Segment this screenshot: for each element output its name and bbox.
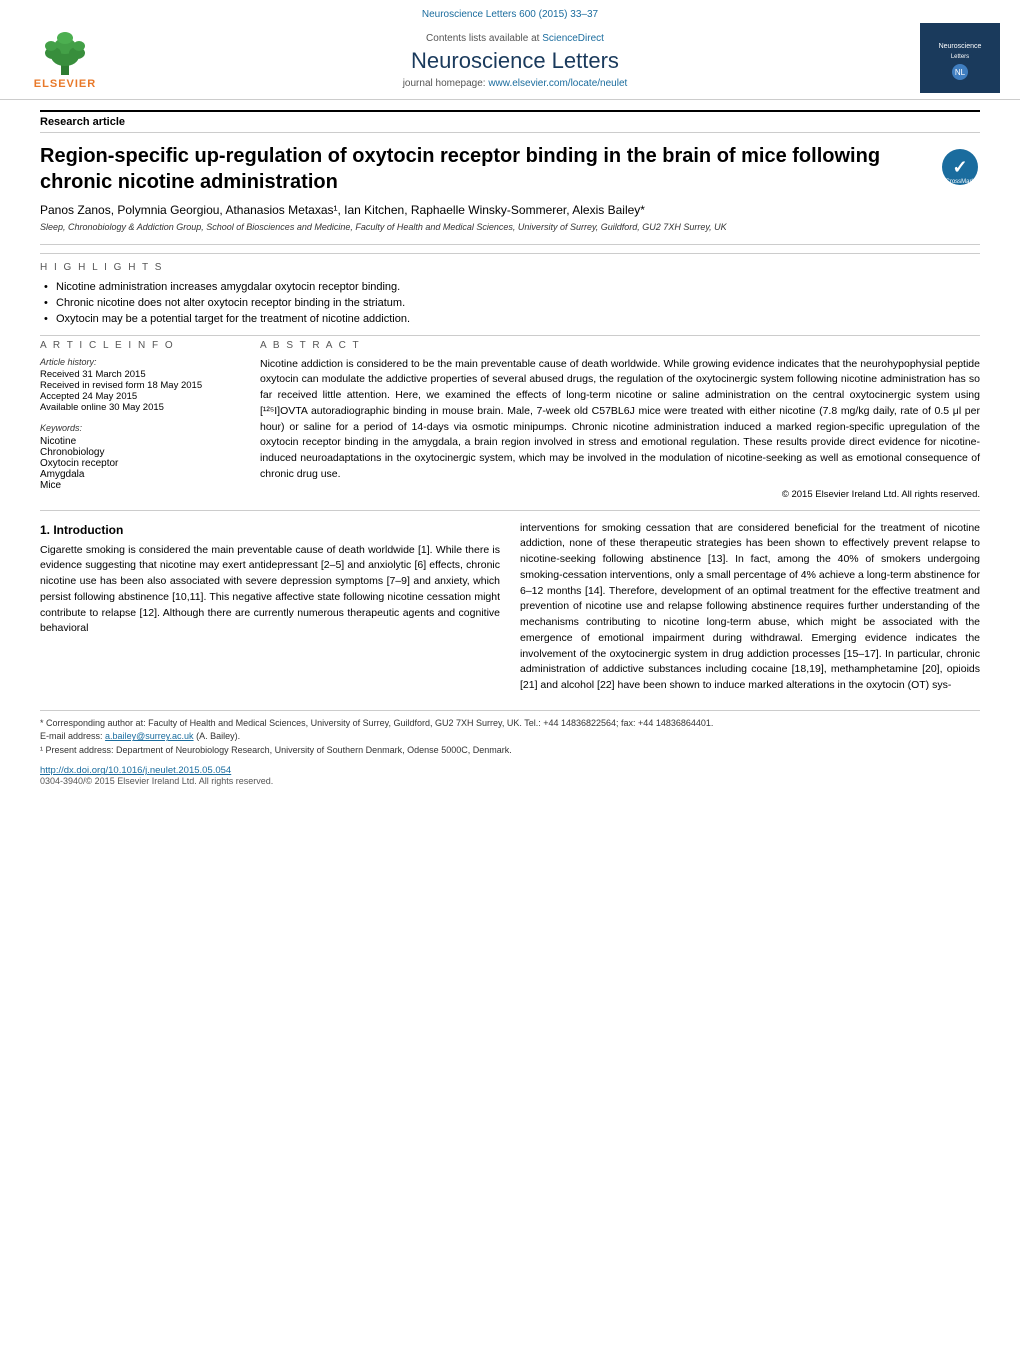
article-info-col: A R T I C L E I N F O Article history: R… xyxy=(40,336,240,500)
homepage-line: journal homepage: www.elsevier.com/locat… xyxy=(130,78,900,89)
page: Neuroscience Letters 600 (2015) 33–37 EL… xyxy=(0,0,1020,1351)
divider-1 xyxy=(40,244,980,245)
affiliation: Sleep, Chronobiology & Addiction Group, … xyxy=(40,221,980,234)
keyword-5: Mice xyxy=(40,480,240,491)
date-received: Received 31 March 2015 xyxy=(40,369,240,380)
body-col-left: 1. Introduction Cigarette smoking is con… xyxy=(40,521,500,700)
journal-title: Neuroscience Letters xyxy=(130,48,900,74)
elsevier-tree-icon xyxy=(33,28,98,78)
body-content: 1. Introduction Cigarette smoking is con… xyxy=(40,521,980,700)
journal-homepage-link[interactable]: www.elsevier.com/locate/neulet xyxy=(488,78,627,89)
sciencedirect-link[interactable]: ScienceDirect xyxy=(542,33,604,44)
highlight-item-3: Oxytocin may be a potential target for t… xyxy=(40,311,980,327)
article-title: Region-specific up-regulation of oxytoci… xyxy=(40,143,940,195)
citation-text: Neuroscience Letters 600 (2015) 33–37 xyxy=(422,9,598,20)
date-revised: Received in revised form 18 May 2015 xyxy=(40,380,240,391)
keyword-3: Oxytocin receptor xyxy=(40,458,240,469)
footnotes: * Corresponding author at: Faculty of He… xyxy=(40,710,980,787)
highlight-item-1: Nicotine administration increases amygda… xyxy=(40,279,980,295)
journal-header: Neuroscience Letters 600 (2015) 33–37 EL… xyxy=(0,0,1020,100)
keywords-label: Keywords: xyxy=(40,423,240,433)
abstract-label: A B S T R A C T xyxy=(260,336,980,351)
intro-text-col1: Cigarette smoking is considered the main… xyxy=(40,543,500,638)
abstract-col: A B S T R A C T Nicotine addiction is co… xyxy=(260,336,980,500)
footnote-star: * Corresponding author at: Faculty of He… xyxy=(40,717,980,731)
highlights-label: H I G H L I G H T S xyxy=(40,253,980,273)
keyword-1: Nicotine xyxy=(40,436,240,447)
contents-line: Contents lists available at ScienceDirec… xyxy=(130,33,900,44)
citation-line: Neuroscience Letters 600 (2015) 33–37 xyxy=(20,6,1000,23)
abstract-text: Nicotine addiction is considered to be t… xyxy=(260,357,980,483)
article-history-block: Article history: Received 31 March 2015 … xyxy=(40,357,240,413)
neuroscience-logo-icon: Neuroscience Letters NL xyxy=(930,28,990,88)
main-content: Research article Region-specific up-regu… xyxy=(0,100,1020,806)
article-info-abstract: A R T I C L E I N F O Article history: R… xyxy=(40,336,980,511)
highlights-list: Nicotine administration increases amygda… xyxy=(40,279,980,336)
elsevier-logo: ELSEVIER xyxy=(20,26,110,96)
crossmark-icon[interactable]: ✓ CrossMark xyxy=(940,147,980,187)
doi-link[interactable]: http://dx.doi.org/10.1016/j.neulet.2015.… xyxy=(40,765,980,776)
body-col-right: interventions for smoking cessation that… xyxy=(520,521,980,700)
journal-center: Contents lists available at ScienceDirec… xyxy=(110,33,920,89)
highlight-item-2: Chronic nicotine does not alter oxytocin… xyxy=(40,295,980,311)
elsevier-brand-text: ELSEVIER xyxy=(34,78,96,90)
svg-text:Neuroscience: Neuroscience xyxy=(939,43,982,50)
article-info-label: A R T I C L E I N F O xyxy=(40,336,240,351)
svg-text:Letters: Letters xyxy=(951,54,969,60)
intro-text-col2: interventions for smoking cessation that… xyxy=(520,521,980,694)
svg-text:CrossMark: CrossMark xyxy=(945,179,975,185)
footnote-1: ¹ Present address: Department of Neurobi… xyxy=(40,744,980,758)
footnote-email-link[interactable]: a.bailey@surrey.ac.uk xyxy=(105,731,194,741)
article-title-section: Region-specific up-regulation of oxytoci… xyxy=(40,143,980,195)
footnote-email: E-mail address: a.bailey@surrey.ac.uk (A… xyxy=(40,730,980,744)
copyright: © 2015 Elsevier Ireland Ltd. All rights … xyxy=(260,489,980,500)
keywords-block: Keywords: Nicotine Chronobiology Oxytoci… xyxy=(40,423,240,491)
svg-text:NL: NL xyxy=(955,68,966,77)
issn: 0304-3940/© 2015 Elsevier Ireland Ltd. A… xyxy=(40,776,980,786)
date-online: Available online 30 May 2015 xyxy=(40,402,240,413)
article-type: Research article xyxy=(40,110,980,133)
keyword-4: Amygdala xyxy=(40,469,240,480)
date-accepted: Accepted 24 May 2015 xyxy=(40,391,240,402)
intro-heading: 1. Introduction xyxy=(40,523,500,537)
svg-text:✓: ✓ xyxy=(952,157,967,177)
keyword-2: Chronobiology xyxy=(40,447,240,458)
journal-logo-graphic: Neuroscience Letters NL xyxy=(920,23,1000,93)
article-history-sublabel: Article history: xyxy=(40,357,240,367)
authors: Panos Zanos, Polymnia Georgiou, Athanasi… xyxy=(40,203,980,217)
